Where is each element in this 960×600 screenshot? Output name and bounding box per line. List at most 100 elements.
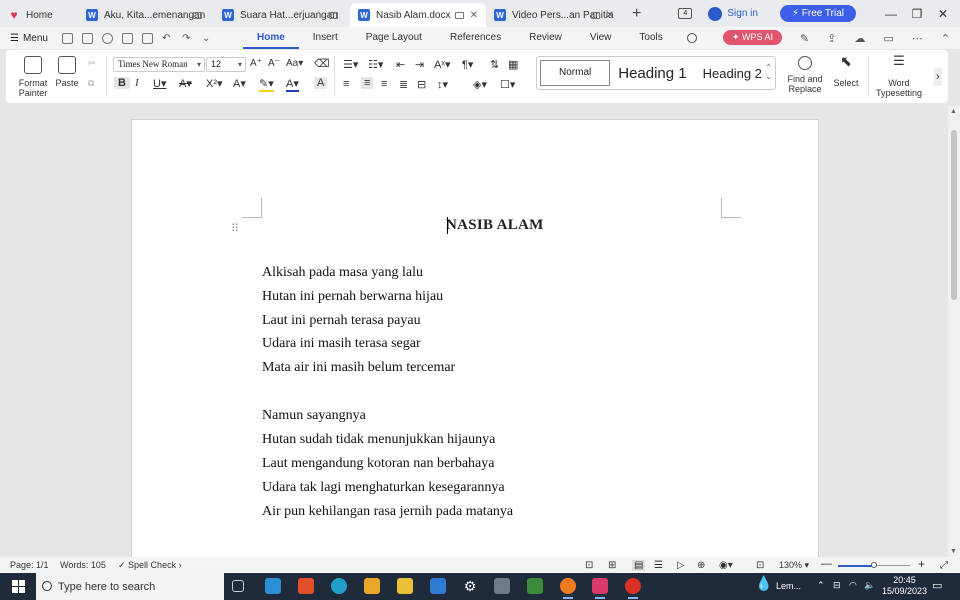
notification-icon[interactable]: ▭ — [932, 579, 942, 592]
tab-home[interactable]: Home — [242, 27, 299, 49]
borders-icon[interactable]: ☐▾ — [500, 78, 515, 91]
document-title[interactable]: NASIB ALAM — [446, 217, 544, 234]
numbering-icon[interactable]: ☷▾ — [368, 58, 383, 71]
style-heading-2[interactable]: Heading 2 — [695, 66, 770, 81]
select-button[interactable]: ⬉ Select — [828, 54, 864, 88]
sync-app-icon[interactable] — [265, 578, 281, 594]
poem-line[interactable]: Mata air ini masih belum tercemar — [262, 360, 455, 376]
text-effect-icon[interactable]: A▾ — [233, 77, 246, 90]
poem-line[interactable]: Alkisah pada masa yang lalu — [262, 265, 423, 281]
font-color-icon[interactable]: A▾ — [286, 77, 299, 92]
format-painter-button[interactable]: Format Painter — [16, 56, 50, 98]
tab-document[interactable]: W Aku, Kita...emenangan — [78, 3, 214, 27]
pen-icon[interactable]: ✎ — [800, 32, 809, 45]
poem-line[interactable]: Udara ini masih terasa segar — [262, 336, 421, 352]
tab-document[interactable]: W Suara Hat...erjuangan — [214, 3, 350, 27]
align-left-icon[interactable]: ≡ — [343, 78, 349, 90]
align-right-icon[interactable]: ≡ — [381, 78, 387, 90]
redo-icon[interactable]: ↷ — [182, 33, 193, 44]
decrease-font-icon[interactable]: A⁻ — [268, 58, 280, 69]
taskbar-search-input[interactable]: Type here to search — [36, 573, 224, 600]
zoom-knob[interactable] — [871, 562, 877, 568]
office-app-icon[interactable] — [298, 578, 314, 594]
settings-gear-icon[interactable]: ⚙ — [462, 578, 478, 594]
web-layout-icon[interactable]: ☰ — [654, 560, 663, 571]
monitor-icon[interactable]: 4 — [678, 8, 693, 19]
style-normal[interactable]: Normal — [540, 60, 611, 86]
scroll-up-icon[interactable]: ▲ — [950, 108, 957, 115]
globe-icon[interactable]: ⊕ — [697, 560, 705, 571]
print-icon[interactable] — [121, 32, 133, 44]
calculator-icon[interactable] — [527, 578, 543, 594]
strikethrough-icon[interactable]: A▾ — [179, 77, 192, 90]
find-replace-button[interactable]: Find and Replace — [784, 56, 826, 94]
firefox-icon[interactable] — [560, 578, 576, 599]
spell-check-button[interactable]: ✓ Spell Check › — [118, 560, 182, 571]
bullets-icon[interactable]: ☰▾ — [343, 58, 358, 71]
close-icon[interactable]: ✕ — [470, 10, 478, 21]
scroll-down-icon[interactable]: ▼ — [950, 548, 957, 555]
fullscreen-icon[interactable]: ⤢ — [940, 560, 948, 571]
open-folder-icon[interactable] — [61, 32, 73, 44]
restore-icon[interactable]: ❐ — [904, 7, 930, 21]
wps-office-icon[interactable] — [592, 578, 608, 599]
camera-icon[interactable] — [494, 578, 510, 594]
indent-icon[interactable]: ⇥ — [415, 58, 424, 71]
zoom-in-icon[interactable]: + — [918, 557, 925, 571]
volume-icon[interactable]: 🔈 — [864, 580, 875, 591]
menu-button[interactable]: ☰ Menu — [10, 33, 48, 44]
save-icon[interactable] — [81, 32, 93, 44]
style-heading-1[interactable]: Heading 1 — [610, 65, 694, 82]
zoom-level[interactable]: 130% ▾ — [779, 560, 809, 571]
minimize-icon[interactable]: — — [878, 7, 904, 21]
undo-icon[interactable]: ↶ — [162, 33, 173, 44]
bold-icon[interactable]: B — [114, 77, 130, 89]
vertical-scrollbar[interactable]: ▲ ▼ — [948, 106, 960, 557]
change-case-icon[interactable]: Aa▾ — [286, 58, 303, 69]
play-icon[interactable]: ▷ — [677, 560, 685, 571]
mail-icon[interactable] — [430, 578, 446, 594]
font-name-select[interactable]: Times New Roman — [113, 57, 205, 72]
cloud-icon[interactable]: ☁ — [854, 32, 865, 45]
cut-icon[interactable]: ✂ — [88, 58, 96, 69]
line-spacing-icon[interactable]: ↕▾ — [437, 78, 448, 91]
edge-browser-icon[interactable] — [331, 578, 347, 594]
tab-review[interactable]: Review — [515, 27, 576, 49]
tab-page-layout[interactable]: Page Layout — [352, 27, 436, 49]
page-count[interactable]: Page: 1/1 — [10, 560, 49, 570]
fit-page-icon[interactable]: ⊡ — [756, 560, 764, 571]
clear-format-icon[interactable]: ⌫ — [314, 57, 330, 70]
link-icon[interactable] — [101, 32, 113, 44]
tab-document-active[interactable]: W Nasib Alam.docx ✕ — [350, 3, 486, 27]
align-center-icon[interactable]: ≡ — [361, 77, 374, 89]
underline-icon[interactable]: U▾ — [153, 77, 166, 90]
collapse-ribbon-icon[interactable]: ⌃ — [941, 32, 950, 45]
increase-font-icon[interactable]: A⁺ — [250, 58, 262, 69]
poem-line[interactable]: Laut ini pernah terasa payau — [262, 313, 421, 329]
distribute-icon[interactable]: ⊟ — [417, 78, 426, 91]
justify-icon[interactable]: ≣ — [399, 78, 408, 91]
highlight-icon[interactable]: ✎▾ — [259, 77, 274, 92]
weather-label[interactable]: Lem... — [776, 581, 801, 591]
tab-view[interactable]: View — [576, 27, 626, 49]
ribbon-scroll-right-icon[interactable]: › — [934, 68, 942, 86]
outline-icon[interactable]: ⊞ — [608, 560, 616, 571]
store-icon[interactable] — [364, 578, 380, 594]
chevron-down-icon[interactable]: ⌄ — [202, 33, 213, 44]
windows-start-icon[interactable] — [12, 580, 25, 593]
styles-more-icon[interactable]: ⌃ ⌄ — [765, 63, 772, 81]
tray-expand-icon[interactable]: ⌃ — [817, 580, 825, 591]
tab-insert[interactable]: Insert — [299, 27, 352, 49]
system-clock[interactable]: 20:45 15/09/2023 — [882, 575, 927, 597]
close-icon[interactable]: ✕ — [606, 10, 614, 21]
more-icon[interactable]: ⋯ — [912, 32, 923, 45]
document-page[interactable]: ⠿ NASIB ALAM Alkisah pada masa yang lalu… — [131, 119, 819, 557]
tab-preview-icon[interactable] — [591, 11, 600, 19]
task-view-icon[interactable] — [232, 580, 244, 592]
window-close-icon[interactable]: ✕ — [930, 7, 956, 21]
sign-in-button[interactable]: Sign in — [708, 6, 758, 21]
word-count[interactable]: Words: 105 — [60, 560, 106, 570]
wifi-icon[interactable]: ◠ — [849, 580, 857, 591]
tab-preview-icon[interactable] — [193, 11, 202, 19]
share-icon[interactable]: ⇪ — [827, 32, 836, 45]
